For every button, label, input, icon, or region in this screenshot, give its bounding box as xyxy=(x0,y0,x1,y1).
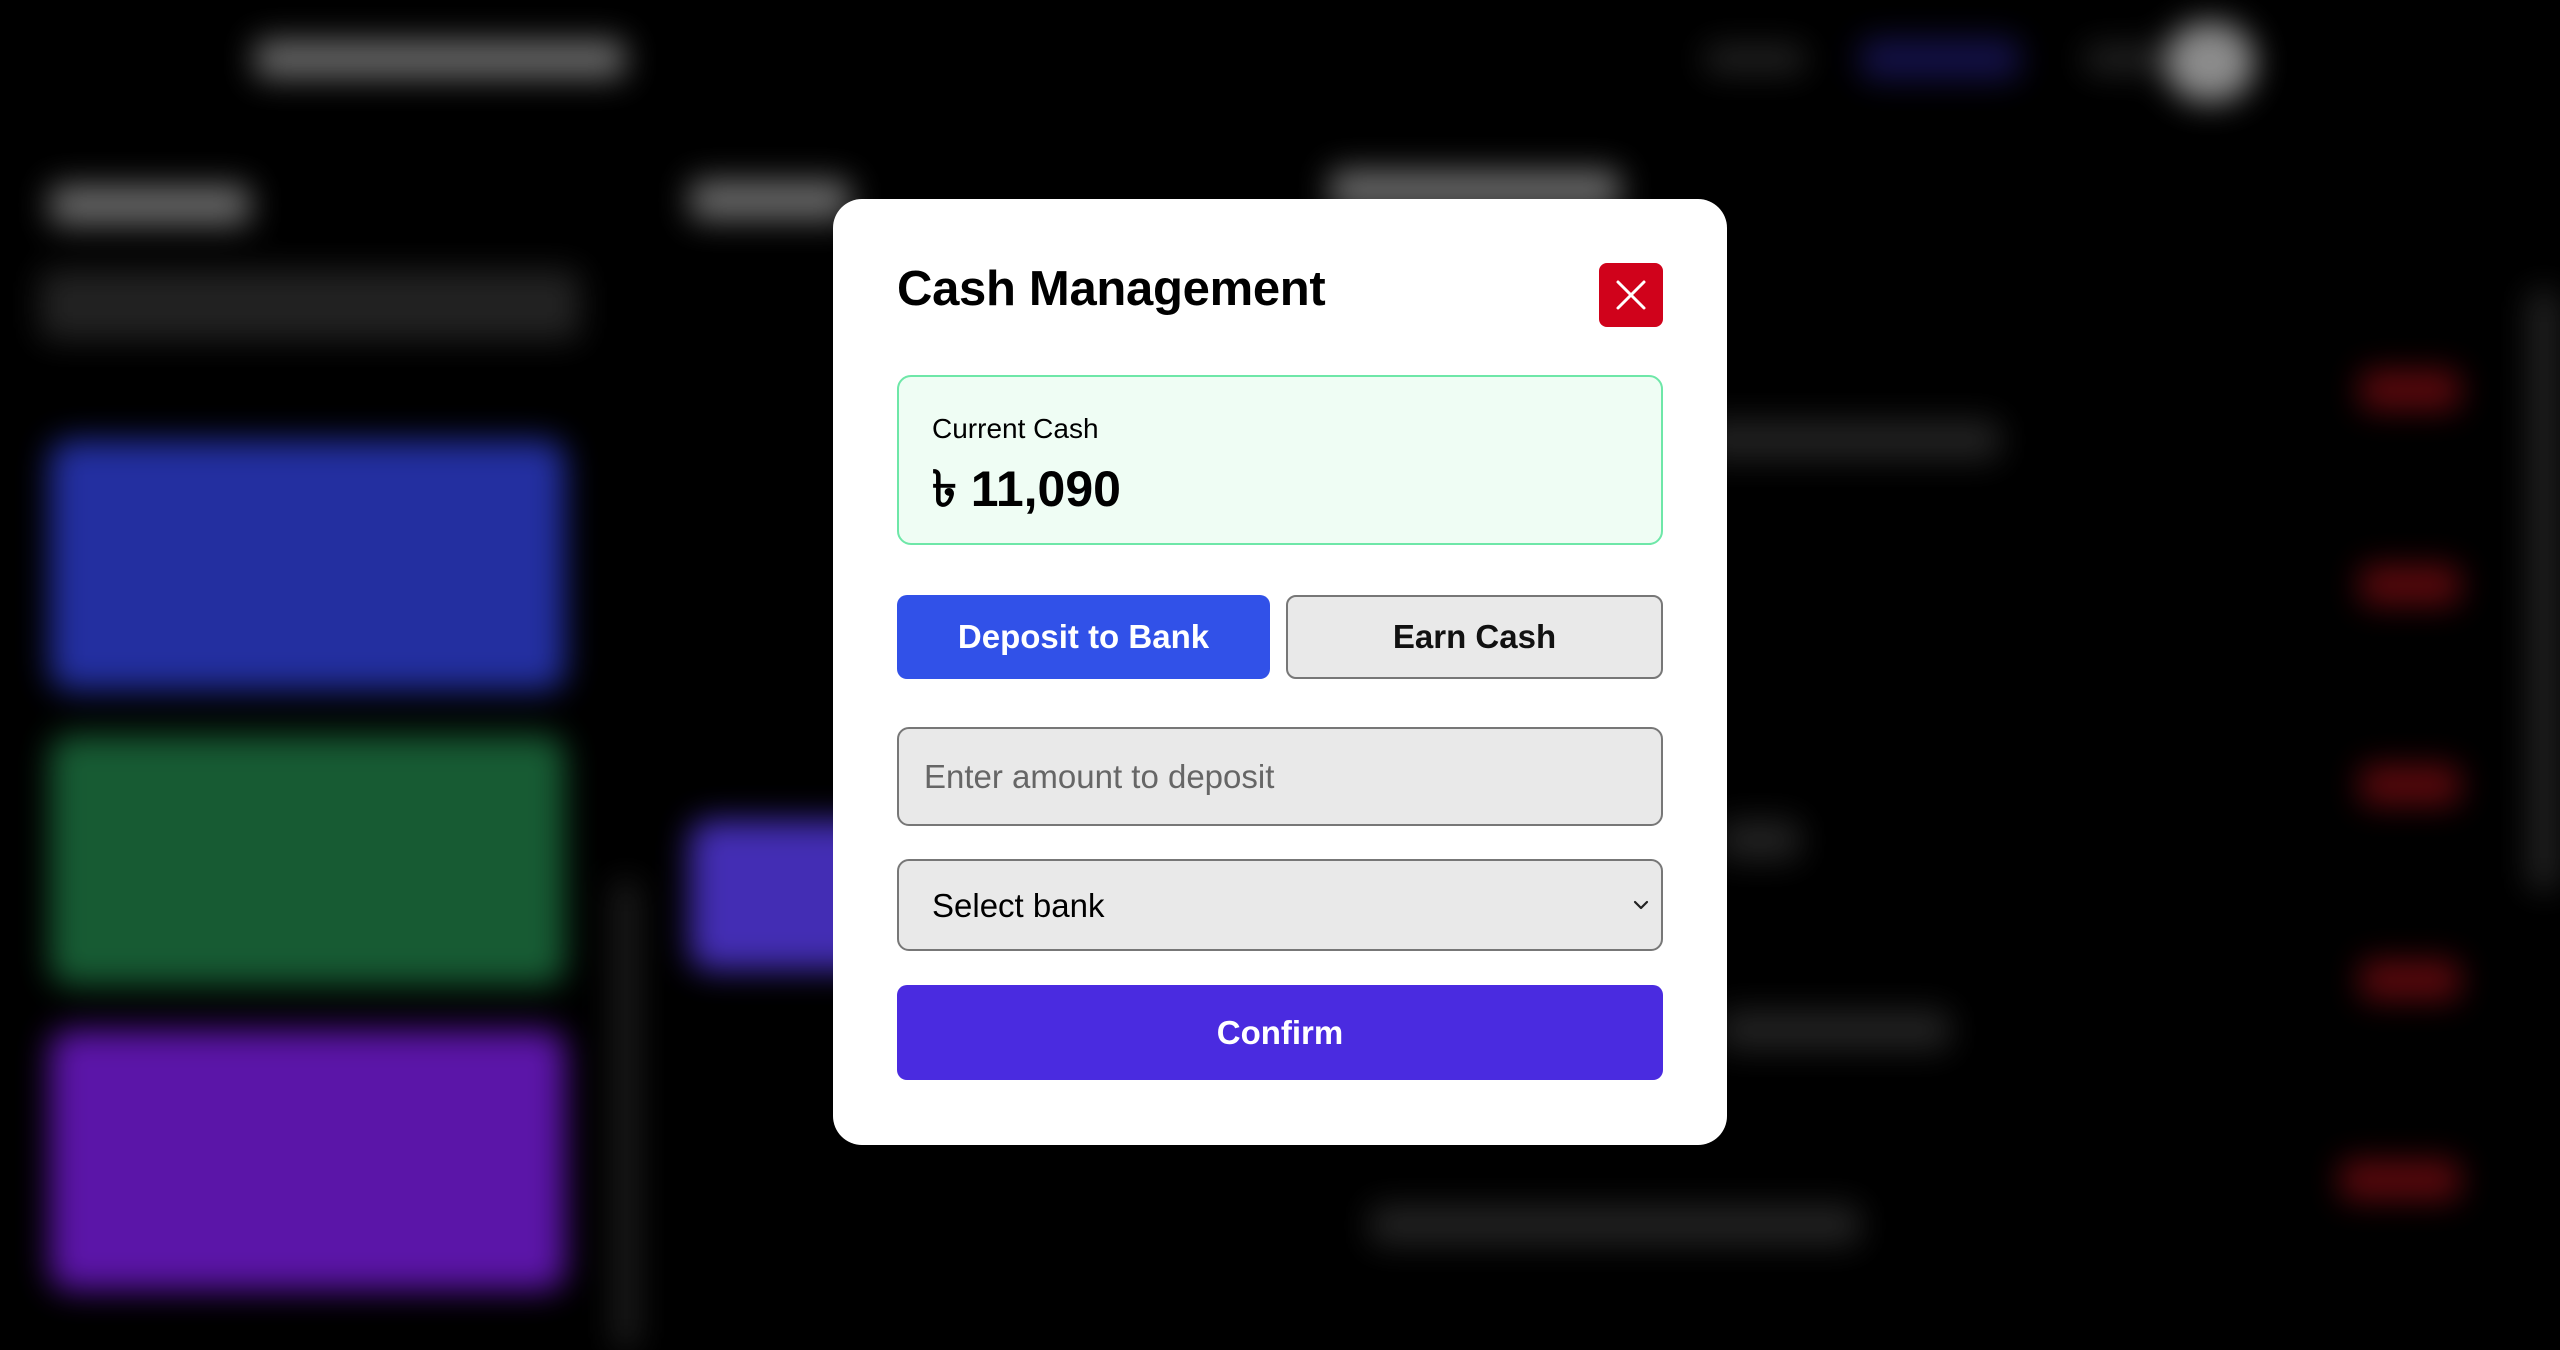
close-x-icon xyxy=(1616,280,1646,310)
bank-select[interactable]: Select bank xyxy=(897,859,1663,951)
tab-earn-cash[interactable]: Earn Cash xyxy=(1286,595,1663,679)
tab-deposit-to-bank[interactable]: Deposit to Bank xyxy=(897,595,1270,679)
confirm-button[interactable]: Confirm xyxy=(897,985,1663,1080)
chevron-down-icon xyxy=(1633,900,1649,910)
current-cash-value: ৳ 11,090 xyxy=(932,461,1121,517)
current-cash-card: Current Cash ৳ 11,090 xyxy=(897,375,1663,545)
bank-select-value: Select bank xyxy=(932,887,1105,924)
close-button[interactable] xyxy=(1599,263,1663,327)
modal-title: Cash Management xyxy=(897,262,1326,316)
cash-management-modal: Cash Management Current Cash ৳ 11,090 De… xyxy=(833,199,1727,1145)
deposit-amount-input[interactable] xyxy=(897,727,1663,826)
current-cash-label: Current Cash xyxy=(932,413,1099,444)
